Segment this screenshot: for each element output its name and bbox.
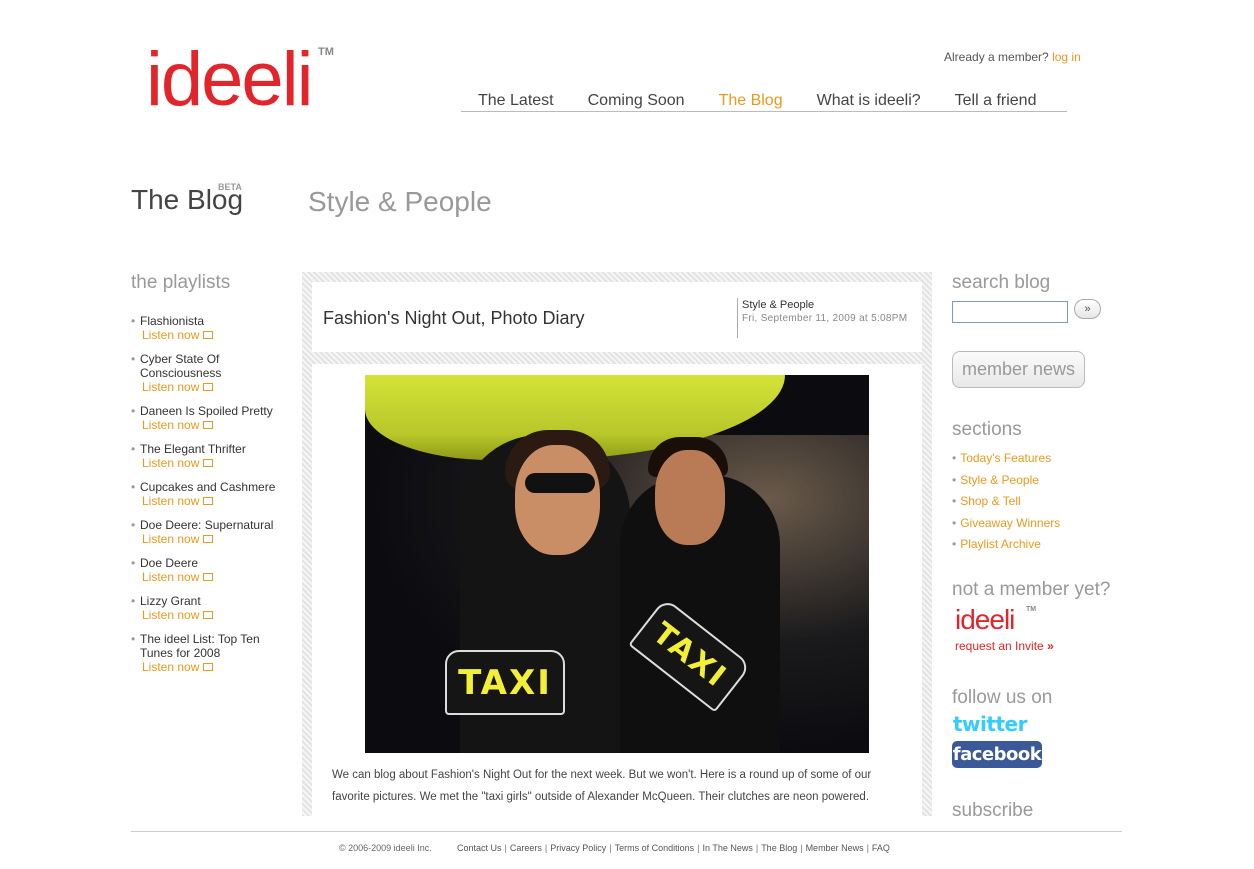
playlists-heading: the playlists: [131, 272, 231, 293]
not-member-heading: not a member yet?: [952, 579, 1111, 600]
playlist-title[interactable]: Cyber State Of Consciousness: [140, 352, 221, 380]
listen-now-link[interactable]: Listen now: [140, 418, 291, 432]
sections-heading: sections: [952, 419, 1022, 440]
follow-heading: follow us on: [952, 687, 1053, 708]
playlist-item: • The ideel List: Top Ten Tunes for 2008 L…: [131, 632, 291, 674]
popup-icon: [203, 535, 214, 543]
popup-icon: [203, 331, 214, 339]
playlist-item: • Cyber State Of Consciousness Listen now: [131, 352, 291, 394]
request-invite-link[interactable]: request an Invite »: [955, 639, 1054, 653]
post-category[interactable]: Style & People: [742, 298, 922, 313]
listen-now-link[interactable]: Listen now: [140, 456, 291, 470]
sections-list: • Today's Features • Style & People • Shop …: [952, 448, 1060, 556]
login-link[interactable]: log in: [1052, 50, 1081, 64]
footer-link-terms[interactable]: Terms of Conditions: [615, 843, 695, 853]
taxi-clutch: TAXI: [445, 650, 565, 715]
playlist-item: • Doe Deere Listen now: [131, 556, 291, 584]
playlists-list: • Flashionista Listen now • Cyber State Of …: [131, 314, 291, 684]
main-nav: The Latest Coming Soon The Blog What is …: [461, 90, 1067, 112]
footer-link-contact[interactable]: Contact Us: [457, 843, 502, 853]
playlist-title[interactable]: Flashionista: [140, 314, 204, 328]
playlist-item: • Daneen Is Spoiled Pretty Listen now: [131, 404, 291, 432]
footer-link-privacy[interactable]: Privacy Policy: [550, 843, 606, 853]
playlist-title[interactable]: Lizzy Grant: [140, 594, 201, 608]
facebook-logo-link[interactable]: facebook: [952, 741, 1042, 768]
twitter-logo-link[interactable]: twitter: [953, 712, 1027, 736]
search-input[interactable]: [952, 301, 1068, 323]
post-text: We can blog about Fashion's Night Out fo…: [332, 769, 872, 803]
popup-icon: [203, 663, 214, 671]
listen-now-link[interactable]: Listen now: [140, 494, 291, 508]
section-link[interactable]: • Today's Features: [952, 448, 1060, 470]
popup-icon: [203, 421, 214, 429]
post-header: Fashion's Night Out, Photo Diary Style &…: [312, 282, 922, 352]
playlist-item: • The Elegant Thrifter Listen now: [131, 442, 291, 470]
playlist-item: • Doe Deere: Supernatural Listen now: [131, 518, 291, 546]
mini-ideeli-logo: ideeli: [955, 604, 1015, 635]
section-link[interactable]: • Style & People: [952, 470, 1060, 492]
beta-badge: BETA: [218, 182, 242, 192]
footer-link-member-news[interactable]: Member News: [806, 843, 864, 853]
popup-icon: [203, 383, 214, 391]
post-photo: TAXI TAXI: [365, 375, 869, 753]
member-question: Already a member?: [944, 50, 1049, 64]
popup-icon: [203, 573, 214, 581]
logo-trademark: TM: [318, 46, 334, 58]
playlist-title[interactable]: Cupcakes and Cashmere: [140, 480, 275, 494]
post-body: TAXI TAXI We can blog about Fashion's Ni…: [312, 364, 922, 816]
playlist-item: • Flashionista Listen now: [131, 314, 291, 342]
double-arrow-icon: »: [1047, 639, 1054, 653]
popup-icon: [203, 497, 214, 505]
nav-the-blog[interactable]: The Blog: [702, 90, 800, 111]
photo-sunglasses: [525, 473, 595, 493]
section-title: Style & People: [308, 186, 492, 217]
subscribe-heading: subscribe: [952, 800, 1034, 816]
popup-icon: [203, 459, 214, 467]
footer-link-careers[interactable]: Careers: [510, 843, 542, 853]
nav-what-is-ideeli[interactable]: What is ideeli?: [800, 90, 938, 111]
playlist-title[interactable]: Doe Deere: [140, 556, 198, 570]
section-link[interactable]: • Shop & Tell: [952, 491, 1060, 513]
playlist-item: • Lizzy Grant Listen now: [131, 594, 291, 622]
post-date: Fri, September 11, 2009 at 5:08PM: [742, 313, 908, 324]
member-login: Already a member? log in: [944, 50, 1081, 64]
playlist-title[interactable]: Doe Deere: Supernatural: [140, 518, 273, 532]
search-heading: search blog: [952, 272, 1051, 293]
post-meta: Style & People Fri, September 11, 2009 a…: [737, 298, 922, 338]
section-link[interactable]: • Playlist Archive: [952, 534, 1060, 556]
copyright: © 2006-2009 ideeli Inc.: [339, 843, 432, 853]
playlist-title[interactable]: The ideel List: Top Ten Tunes for 2008: [140, 632, 260, 660]
playlist-title[interactable]: The Elegant Thrifter: [140, 442, 246, 456]
photo-face: [515, 445, 600, 555]
playlist-title[interactable]: Daneen Is Spoiled Pretty: [140, 404, 273, 418]
post-container: Fashion's Night Out, Photo Diary Style &…: [302, 272, 932, 816]
listen-now-link[interactable]: Listen now: [140, 660, 291, 674]
listen-now-link[interactable]: Listen now: [140, 608, 291, 622]
listen-now-link[interactable]: Listen now: [140, 328, 291, 342]
listen-now-link[interactable]: Listen now: [140, 380, 291, 394]
playlist-item: • Cupcakes and Cashmere Listen now: [131, 480, 291, 508]
photo-face: [655, 450, 725, 545]
listen-now-link[interactable]: Listen now: [140, 532, 291, 546]
ideeli-logo[interactable]: ideeli: [146, 42, 313, 118]
popup-icon: [203, 611, 214, 619]
nav-coming-soon[interactable]: Coming Soon: [571, 90, 702, 111]
post-title[interactable]: Fashion's Night Out, Photo Diary: [323, 308, 585, 329]
footer-link-blog[interactable]: The Blog: [761, 843, 797, 853]
mini-logo-trademark: TM: [1026, 606, 1037, 613]
section-link[interactable]: • Giveaway Winners: [952, 513, 1060, 535]
footer-link-news[interactable]: In The News: [702, 843, 752, 853]
member-news-button[interactable]: member news: [952, 351, 1085, 388]
footer-divider: [131, 831, 1122, 832]
footer-link-faq[interactable]: FAQ: [872, 843, 890, 853]
search-button[interactable]: »: [1074, 299, 1101, 319]
nav-the-latest[interactable]: The Latest: [461, 90, 571, 111]
listen-now-link[interactable]: Listen now: [140, 570, 291, 584]
footer-links: Contact Us | Careers | Privacy Policy | Terms …: [457, 843, 890, 853]
nav-tell-a-friend[interactable]: Tell a friend: [938, 90, 1054, 111]
